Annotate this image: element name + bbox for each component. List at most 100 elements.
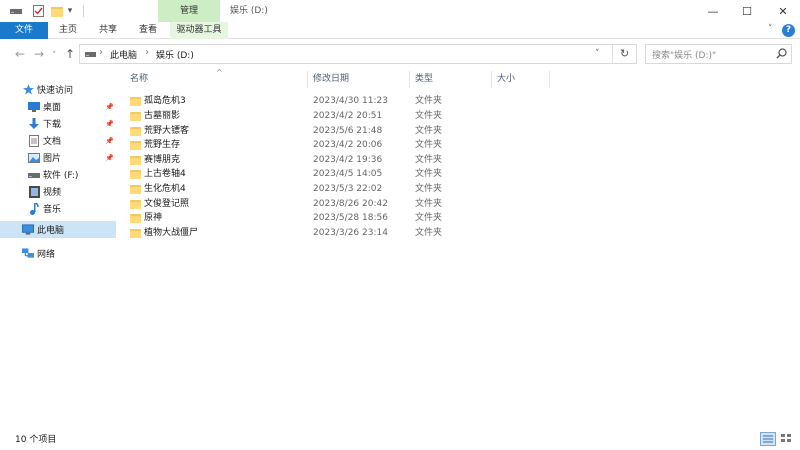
column-divider[interactable] <box>307 71 308 88</box>
sidebar-item-music[interactable]: 音乐 <box>0 200 116 217</box>
file-date: 2023/4/2 19:36 <box>313 155 383 165</box>
folder-icon <box>130 184 141 194</box>
file-type: 文件夹 <box>415 213 443 223</box>
column-divider[interactable] <box>409 71 410 88</box>
pin-icon[interactable]: 📌 <box>105 120 114 128</box>
file-name: 孤岛危机3 <box>144 96 186 106</box>
column-divider[interactable] <box>549 71 550 88</box>
sidebar-item-desktop[interactable]: 桌面 📌 <box>0 98 116 115</box>
divider <box>612 45 613 63</box>
file-type: 文件夹 <box>415 199 443 209</box>
file-row[interactable]: 荒野大镖客 2023/5/6 21:48 文件夹 <box>123 124 550 139</box>
file-row[interactable]: 古墓丽影 2023/4/2 20:51 文件夹 <box>123 109 550 124</box>
file-type: 文件夹 <box>415 155 443 165</box>
file-date: 2023/4/5 14:05 <box>313 169 383 179</box>
pin-icon[interactable]: 📌 <box>105 137 114 145</box>
sidebar-item-videos[interactable]: 视频 <box>0 183 116 200</box>
pin-icon[interactable]: 📌 <box>105 154 114 162</box>
file-name: 古墓丽影 <box>144 111 181 121</box>
folder-icon <box>130 126 141 136</box>
minimize-button[interactable]: — <box>696 0 730 22</box>
file-row[interactable]: 植物大战僵尸 2023/3/26 23:14 文件夹 <box>123 226 550 241</box>
ribbon-tabs: 文件 主页 共享 查看 驱动器工具 ˅ ? <box>0 22 800 39</box>
item-count: 10 个项目 <box>15 435 57 445</box>
forward-button[interactable]: → <box>34 47 44 61</box>
breadcrumb-this-pc[interactable]: 此电脑 <box>110 48 137 61</box>
pin-icon[interactable]: 📌 <box>105 103 114 111</box>
file-row[interactable]: 赛博朋克 2023/4/2 19:36 文件夹 <box>123 153 550 168</box>
file-row[interactable]: 上古卷轴4 2023/4/5 14:05 文件夹 <box>123 167 550 182</box>
pictures-icon <box>28 152 40 164</box>
breadcrumb-drive-d[interactable]: 娱乐 (D:) <box>156 48 194 61</box>
sidebar-item-this-pc[interactable]: 此电脑 <box>0 221 116 238</box>
tab-home[interactable]: 主页 <box>48 22 88 39</box>
sidebar-item-label: 下载 <box>43 120 62 130</box>
folder-icon <box>130 169 141 179</box>
large-icons-view-button[interactable] <box>779 432 795 446</box>
file-type: 文件夹 <box>415 140 443 150</box>
column-header-name[interactable]: 名称 <box>130 70 148 88</box>
tab-drive-tools[interactable]: 驱动器工具 <box>170 22 228 39</box>
tab-manage[interactable]: 管理 <box>158 0 220 22</box>
search-input[interactable]: 搜索"娱乐 (D:)" <box>652 48 716 61</box>
sidebar-item-downloads[interactable]: 下载 📌 <box>0 115 116 132</box>
recent-locations-button[interactable]: ˅ <box>52 49 57 63</box>
file-date: 2023/4/2 20:06 <box>313 140 383 150</box>
search-icon[interactable] <box>776 48 787 62</box>
folder-icon <box>130 155 141 165</box>
file-type: 文件夹 <box>415 228 443 238</box>
refresh-button[interactable]: ↻ <box>620 47 629 60</box>
tab-share[interactable]: 共享 <box>88 22 128 39</box>
file-row[interactable]: 荒野生存 2023/4/2 20:06 文件夹 <box>123 138 550 153</box>
help-button[interactable]: ? <box>782 24 795 37</box>
sidebar-item-label: 此电脑 <box>37 226 65 236</box>
sidebar-item-quick-access[interactable]: 快速访问 <box>0 81 116 98</box>
file-type: 文件夹 <box>415 184 443 194</box>
network-icon <box>22 248 34 260</box>
file-type: 文件夹 <box>415 169 443 179</box>
sidebar-item-documents[interactable]: 文档 📌 <box>0 132 116 149</box>
maximize-button[interactable]: ☐ <box>730 0 764 22</box>
address-bar[interactable]: › 此电脑 › 娱乐 (D:) ˅ ↻ <box>79 44 637 64</box>
back-button[interactable]: ← <box>15 47 25 61</box>
file-name: 上古卷轴4 <box>144 169 186 179</box>
sidebar-item-label: 文档 <box>43 137 62 147</box>
file-name: 荒野大镖客 <box>144 126 190 136</box>
column-header-date[interactable]: 修改日期 <box>313 70 349 88</box>
search-box[interactable]: 搜索"娱乐 (D:)" <box>645 44 792 64</box>
file-name: 文俊登记照 <box>144 199 190 209</box>
sidebar-item-label: 软件 (F:) <box>43 171 79 181</box>
sidebar-item-network[interactable]: 网络 <box>0 245 116 262</box>
details-view-button[interactable] <box>760 432 776 446</box>
ribbon-collapse-button[interactable]: ˅ <box>768 24 773 34</box>
customize-dropdown-icon[interactable]: ▾ <box>64 4 76 18</box>
column-header-size[interactable]: 大小 <box>497 70 515 88</box>
sidebar-item-drive-f[interactable]: 软件 (F:) <box>0 166 116 183</box>
up-button[interactable]: ↑ <box>65 47 75 61</box>
drive-icon[interactable] <box>8 4 24 18</box>
file-name: 植物大战僵尸 <box>144 228 199 238</box>
folder-icon <box>130 140 141 150</box>
new-folder-icon[interactable] <box>50 4 64 18</box>
divider <box>83 5 84 17</box>
file-name: 荒野生存 <box>144 140 181 150</box>
address-dropdown-button[interactable]: ˅ <box>595 49 600 59</box>
properties-check-icon[interactable] <box>30 4 46 18</box>
column-divider[interactable] <box>491 71 492 88</box>
file-row[interactable]: 孤岛危机3 2023/4/30 11:23 文件夹 <box>123 94 550 109</box>
tab-file[interactable]: 文件 <box>0 22 48 39</box>
file-row[interactable]: 生化危机4 2023/5/3 22:02 文件夹 <box>123 182 550 197</box>
sidebar-item-label: 音乐 <box>43 205 62 215</box>
close-button[interactable]: ✕ <box>766 0 800 22</box>
file-row[interactable]: 文俊登记照 2023/8/26 20:42 文件夹 <box>123 197 550 212</box>
file-type: 文件夹 <box>415 126 443 136</box>
sidebar-item-pictures[interactable]: 图片 📌 <box>0 149 116 166</box>
file-row[interactable]: 原神 2023/5/28 18:56 文件夹 <box>123 211 550 226</box>
star-icon <box>22 84 34 96</box>
breadcrumb-separator: › <box>99 47 103 58</box>
column-header-type[interactable]: 类型 <box>415 70 433 88</box>
window-title: 娱乐 (D:) <box>230 6 268 16</box>
file-type: 文件夹 <box>415 96 443 106</box>
drive-icon <box>28 169 40 181</box>
tab-view[interactable]: 查看 <box>128 22 168 39</box>
